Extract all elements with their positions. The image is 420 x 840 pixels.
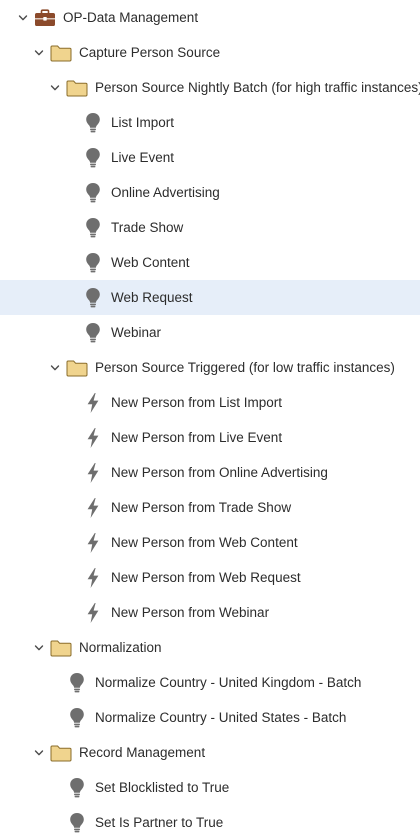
- tree-row-label: Capture Person Source: [79, 45, 221, 60]
- tree-row[interactable]: Record Management: [0, 735, 420, 770]
- tree-row-label: New Person from Trade Show: [111, 500, 292, 515]
- tree-row[interactable]: Set Is Partner to True: [0, 805, 420, 840]
- briefcase-icon: [34, 0, 56, 35]
- folder-icon: [66, 70, 88, 105]
- tree-row-label: Live Event: [111, 150, 175, 165]
- tree-row[interactable]: List Import: [0, 105, 420, 140]
- tree-row[interactable]: OP-Data Management: [0, 0, 420, 35]
- tree-row-label: OP-Data Management: [63, 10, 199, 25]
- tree-row-label: Set Is Partner to True: [95, 815, 224, 830]
- tree-row-label: Person Source Triggered (for low traffic…: [95, 360, 395, 375]
- folder-icon: [50, 630, 72, 665]
- lightning-bolt-icon: [82, 490, 104, 525]
- lightbulb-icon: [66, 700, 88, 735]
- tree-row[interactable]: New Person from Web Request: [0, 560, 420, 595]
- tree-row-label: Normalize Country - United Kingdom - Bat…: [95, 675, 362, 690]
- lightbulb-icon: [82, 140, 104, 175]
- chevron-down-icon[interactable]: [16, 0, 30, 35]
- lightbulb-icon: [82, 175, 104, 210]
- tree-row-label: Person Source Nightly Batch (for high tr…: [95, 80, 420, 95]
- tree-row[interactable]: Normalize Country - United States - Batc…: [0, 700, 420, 735]
- tree-row[interactable]: Normalization: [0, 630, 420, 665]
- lightning-bolt-icon: [82, 420, 104, 455]
- tree-row-label: Record Management: [79, 745, 206, 760]
- tree-row[interactable]: New Person from Live Event: [0, 420, 420, 455]
- tree-row-label: New Person from Web Request: [111, 570, 301, 585]
- folder-icon: [66, 350, 88, 385]
- tree-row[interactable]: Person Source Triggered (for low traffic…: [0, 350, 420, 385]
- tree-row[interactable]: Webinar: [0, 315, 420, 350]
- folder-icon: [50, 35, 72, 70]
- tree-row-label: Online Advertising: [111, 185, 220, 200]
- tree-row[interactable]: Web Request: [0, 280, 420, 315]
- tree-row[interactable]: Set Blocklisted to True: [0, 770, 420, 805]
- tree-row[interactable]: Online Advertising: [0, 175, 420, 210]
- tree-row[interactable]: Web Content: [0, 245, 420, 280]
- chevron-down-icon[interactable]: [48, 70, 62, 105]
- chevron-down-icon[interactable]: [32, 35, 46, 70]
- tree-row-label: Normalization: [79, 640, 162, 655]
- lightning-bolt-icon: [82, 385, 104, 420]
- lightbulb-icon: [82, 280, 104, 315]
- tree-row-label: New Person from Live Event: [111, 430, 283, 445]
- tree-row[interactable]: New Person from Online Advertising: [0, 455, 420, 490]
- lightbulb-icon: [82, 105, 104, 140]
- tree-row-label: New Person from List Import: [111, 395, 283, 410]
- tree-row[interactable]: Capture Person Source: [0, 35, 420, 70]
- tree-row[interactable]: Live Event: [0, 140, 420, 175]
- lightbulb-icon: [66, 665, 88, 700]
- folder-icon: [50, 735, 72, 770]
- tree-row-label: Normalize Country - United States - Batc…: [95, 710, 347, 725]
- tree-row-label: List Import: [111, 115, 175, 130]
- lightning-bolt-icon: [82, 560, 104, 595]
- tree-row[interactable]: New Person from List Import: [0, 385, 420, 420]
- lightning-bolt-icon: [82, 595, 104, 630]
- tree-row-label: New Person from Online Advertising: [111, 465, 328, 480]
- tree-row[interactable]: Person Source Nightly Batch (for high tr…: [0, 70, 420, 105]
- chevron-down-icon[interactable]: [48, 350, 62, 385]
- chevron-down-icon[interactable]: [32, 630, 46, 665]
- tree-row-label: New Person from Webinar: [111, 605, 270, 620]
- tree-row-label: Web Content: [111, 255, 190, 270]
- lightbulb-icon: [66, 770, 88, 805]
- tree-row-label: Set Blocklisted to True: [95, 780, 230, 795]
- tree-row-label: New Person from Web Content: [111, 535, 298, 550]
- tree-row[interactable]: New Person from Trade Show: [0, 490, 420, 525]
- lightbulb-icon: [82, 210, 104, 245]
- tree-row[interactable]: Normalize Country - United Kingdom - Bat…: [0, 665, 420, 700]
- lightbulb-icon: [66, 805, 88, 840]
- lightning-bolt-icon: [82, 455, 104, 490]
- tree-row[interactable]: New Person from Webinar: [0, 595, 420, 630]
- tree-row[interactable]: Trade Show: [0, 210, 420, 245]
- lightning-bolt-icon: [82, 525, 104, 560]
- tree-row-label: Webinar: [111, 325, 162, 340]
- tree-row-label: Trade Show: [111, 220, 184, 235]
- chevron-down-icon[interactable]: [32, 735, 46, 770]
- tree-row[interactable]: New Person from Web Content: [0, 525, 420, 560]
- lightbulb-icon: [82, 245, 104, 280]
- tree-row-label: Web Request: [111, 290, 193, 305]
- lightbulb-icon: [82, 315, 104, 350]
